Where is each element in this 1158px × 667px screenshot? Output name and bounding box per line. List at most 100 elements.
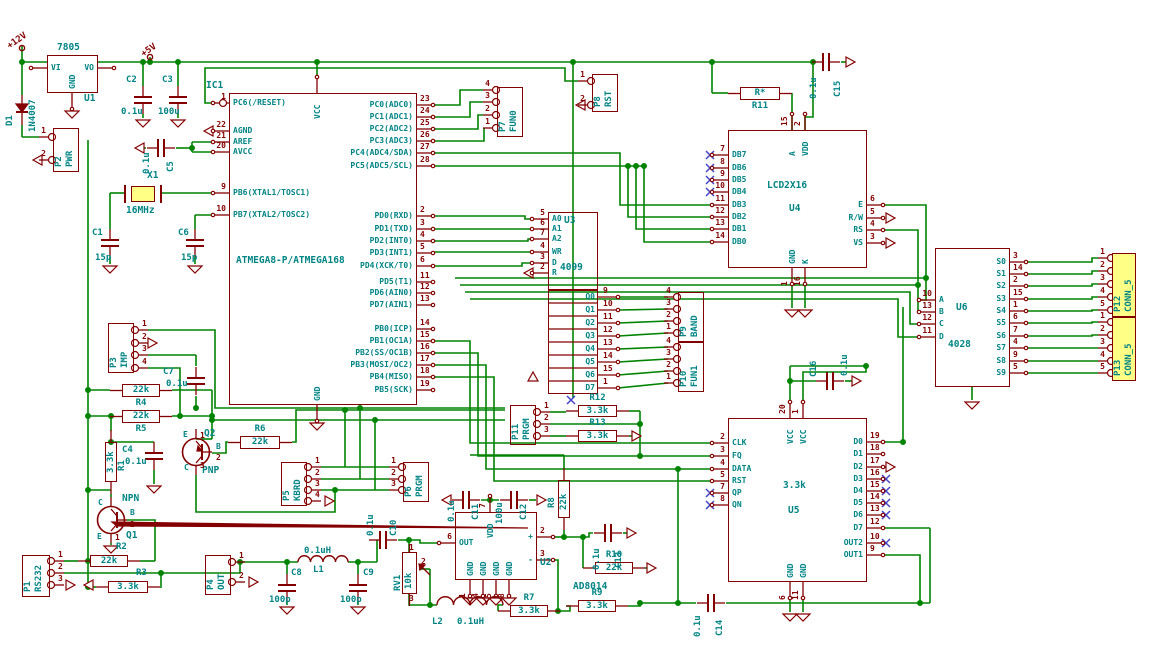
pin-number: 1 [239, 552, 244, 560]
component-C15-hit[interactable] [816, 52, 836, 72]
pin-name: VDD [802, 142, 810, 156]
component-C6-hit[interactable] [185, 233, 205, 253]
component-U4[interactable] [728, 130, 867, 268]
pin-number: 6 [779, 595, 787, 600]
pin-number: 11 [792, 590, 800, 600]
pin-name: GND [480, 562, 488, 576]
pin-name: GND [787, 564, 795, 578]
pin-name: Q0 [585, 293, 595, 301]
pin-number: 2 [130, 521, 135, 529]
component-R4-hit[interactable] [119, 381, 163, 400]
ref-label: P7 [499, 121, 508, 132]
pin-number: 5 [720, 471, 725, 479]
pin-name: GND [800, 564, 808, 578]
pin-name: DB0 [732, 238, 746, 246]
component-C13-hit[interactable] [598, 523, 618, 543]
component-R13-hit[interactable] [575, 427, 620, 445]
pin-name: Q5 [585, 358, 595, 366]
ref-label: R11 [740, 102, 780, 111]
value-label: ATMEGA8-P/ATMEGA168 [236, 256, 345, 266]
pin-number: 10 [216, 205, 226, 213]
component-C12-hit[interactable] [504, 490, 524, 510]
ref-label: R5 [122, 425, 160, 434]
ref-label: P5 [283, 490, 292, 501]
pin-name: DATA [732, 465, 751, 473]
pin-name: D6 [853, 511, 863, 519]
component-R11-hit[interactable] [737, 84, 783, 103]
pin-name: DB1 [732, 225, 746, 233]
pin-number: 2 [794, 121, 802, 126]
pin-name: - [528, 556, 533, 564]
pin-number: 13 [715, 219, 725, 227]
pin-name: PB2(SS/OC1B) [355, 349, 413, 357]
pin-number: 1 [58, 551, 63, 559]
pin-name: E [97, 533, 102, 541]
component-R3-hit[interactable] [105, 578, 151, 596]
pin-number: 9 [720, 170, 725, 178]
ref-label: U3 [564, 216, 575, 226]
pin-number: 1 [666, 323, 671, 331]
ref-label: RV1 [394, 575, 403, 591]
component-C3-hit[interactable] [168, 90, 188, 110]
pin-name: + [528, 533, 533, 541]
component-C1-hit[interactable] [100, 233, 120, 253]
component-C8-hit[interactable] [277, 578, 297, 598]
component-C10-hit[interactable] [373, 530, 393, 550]
component-L2-hit[interactable] [437, 595, 503, 609]
component-D1-hit[interactable] [14, 95, 30, 127]
pin-number: 1 [221, 93, 226, 101]
pin-name: AGND [233, 127, 252, 135]
pin-number: 14 [420, 319, 430, 327]
ref-label: P2 [55, 156, 64, 167]
component-R1-hit[interactable] [102, 439, 120, 485]
pin-name: S4 [996, 307, 1006, 315]
pin-number: 15 [1013, 289, 1023, 297]
component-R6-hit[interactable] [237, 433, 283, 452]
pin-number: 10 [870, 533, 880, 541]
pin-number: 2 [216, 454, 221, 462]
component-C2-hit[interactable] [133, 90, 153, 110]
component-C9-hit[interactable] [348, 578, 368, 598]
pin-name: S7 [996, 344, 1006, 352]
ref-label: C5 [167, 161, 176, 172]
component-X1[interactable] [131, 186, 155, 202]
component-C5-hit[interactable] [151, 138, 171, 158]
pin-name: OUT2 [844, 539, 863, 547]
pin-number: 2 [1100, 261, 1105, 269]
component-C14-hit[interactable] [701, 593, 721, 613]
component-Q2-hit[interactable] [182, 438, 210, 466]
component-C7-hit[interactable] [186, 371, 206, 391]
pin-number: 5 [1100, 363, 1105, 371]
pin-number: 3 [58, 575, 63, 583]
value-label: 0.1u [593, 548, 602, 570]
component-R5-hit[interactable] [119, 407, 163, 426]
pin-number: 11 [603, 313, 613, 321]
ref-label: U2 [540, 558, 551, 568]
component-C4-hit[interactable] [144, 446, 164, 466]
component-C11-hit[interactable] [456, 490, 476, 510]
component-Q1-hit[interactable] [97, 506, 125, 534]
ref-label: C7 [163, 368, 174, 377]
ref-label: P10 [680, 371, 689, 387]
pin-name: Q2 [585, 319, 595, 327]
pin-name: PB0(ICP) [374, 325, 413, 333]
value-label: 7805 [57, 43, 80, 53]
pin-name: PD5(T1) [379, 278, 413, 286]
value-label: 0.1u [810, 77, 819, 99]
pin-number: 4 [142, 358, 147, 366]
pin-name: RST [732, 477, 746, 485]
component-R7-hit[interactable] [507, 602, 551, 620]
component-R2-hit[interactable] [87, 552, 131, 570]
pin-name: PD0(RXD) [374, 212, 413, 220]
pin-name: VS [853, 239, 863, 247]
pin-name: D4 [853, 487, 863, 495]
pin-number: 1 [115, 534, 120, 542]
component-L1-hit[interactable] [298, 552, 348, 566]
component-R8-hit[interactable] [555, 477, 573, 521]
ref-label: IC1 [206, 81, 223, 91]
component-R9-hit[interactable] [575, 597, 619, 615]
component-C16-hit[interactable] [820, 371, 840, 391]
pin-number: 1 [603, 378, 608, 386]
ref-label: P8 [594, 96, 603, 107]
value-label: 0.1u [841, 354, 850, 376]
